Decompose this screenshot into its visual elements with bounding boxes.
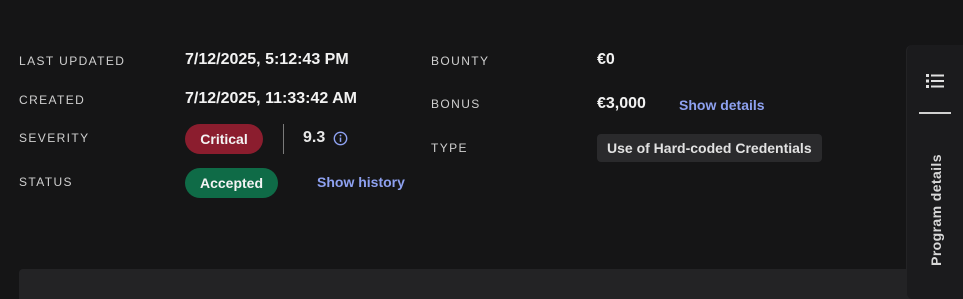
bounty-value: €0 — [597, 51, 615, 68]
bottom-content-panel — [19, 269, 919, 299]
severity-divider — [283, 124, 284, 154]
bonus-label: BONUS — [431, 97, 481, 111]
show-details-link[interactable]: Show details — [679, 97, 765, 113]
severity-score-value: 9.3 — [303, 129, 326, 146]
bonus-value: €3,000 — [597, 95, 646, 112]
severity-badge: Critical — [185, 124, 263, 154]
last-updated-label: LAST UPDATED — [19, 54, 126, 68]
type-label: TYPE — [431, 141, 468, 155]
info-icon[interactable] — [333, 131, 348, 146]
report-details-page: LAST UPDATED 7/12/2025, 5:12:43 PM CREAT… — [0, 0, 963, 299]
side-panel-separator — [919, 112, 951, 114]
status-badge: Accepted — [185, 168, 278, 198]
severity-score: 9.3 — [303, 129, 348, 147]
created-value: 7/12/2025, 11:33:42 AM — [185, 90, 357, 107]
side-panel: Program details — [906, 45, 963, 299]
program-details-tab[interactable]: Program details — [919, 140, 953, 280]
show-history-link[interactable]: Show history — [317, 174, 405, 190]
last-updated-value: 7/12/2025, 5:12:43 PM — [185, 51, 349, 68]
bounty-label: BOUNTY — [431, 54, 490, 68]
program-details-tab-label: Program details — [928, 154, 944, 266]
type-tag: Use of Hard-coded Credentials — [597, 134, 822, 162]
list-icon[interactable] — [921, 67, 949, 95]
severity-label: SEVERITY — [19, 131, 90, 145]
created-label: CREATED — [19, 93, 86, 107]
status-label: STATUS — [19, 175, 73, 189]
